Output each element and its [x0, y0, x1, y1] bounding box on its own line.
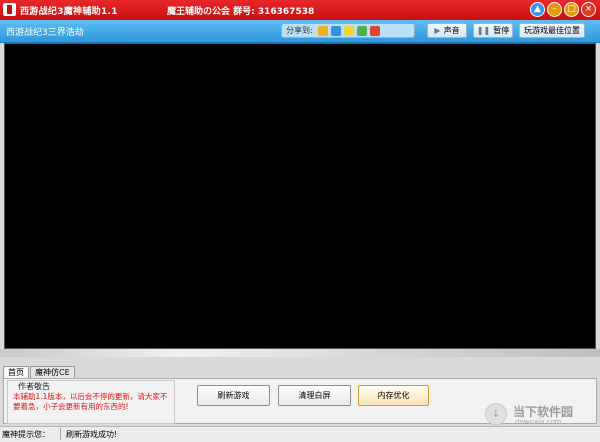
status-message: 刷新游戏成功! [66, 430, 118, 439]
window-title: 西游战纪3魔神辅助1.1 [20, 7, 118, 17]
decorative-strip [0, 349, 600, 357]
group-label: 作者敬告 [17, 381, 51, 392]
toolbar: 西游战纪3三界浩劫 分享到: ▶ 声音 ❚❚ 暂停 玩游戏最佳位置 [0, 20, 600, 43]
game-view[interactable] [4, 43, 596, 349]
status-divider [60, 428, 61, 440]
sina-weibo-icon[interactable] [369, 25, 380, 36]
author-notice: 本辅助1.1版本，以后会不停的更新，请大家不要着急，小子会更新有用的东西的! [13, 392, 168, 411]
status-bar: 魔神提示您： 刷新游戏成功! [0, 426, 600, 442]
minimize-icon[interactable]: – [547, 2, 562, 17]
skin-icon[interactable]: ▲ [530, 2, 545, 17]
download-icon: ↓ [485, 403, 507, 425]
game-title: 西游战纪3三界浩劫 [6, 28, 84, 38]
tab-bar: 首页 魔神仿CE [3, 366, 76, 379]
author-notice-group: 作者敬告 本辅助1.1版本，以后会不停的更新，请大家不要着急，小子会更新有用的东… [7, 380, 175, 424]
status-label: 魔神提示您： [2, 430, 50, 439]
memory-optimize-button[interactable]: 内存优化 [358, 385, 429, 406]
sound-label: 声音 [443, 26, 460, 35]
kaixin-icon[interactable] [356, 25, 367, 36]
guild-info: 魔王辅助の公会 群号: 316367538 [167, 7, 315, 17]
renren-icon[interactable] [343, 25, 354, 36]
best-position-button[interactable]: 玩游戏最佳位置 [519, 23, 585, 38]
watermark: ↓ 当下软件园 downxia.com [485, 403, 585, 426]
tencent-weibo-icon[interactable] [330, 25, 341, 36]
maximize-icon[interactable]: □ [564, 2, 579, 17]
pause-label: 暂停 [493, 26, 510, 35]
pause-icon: ❚❚ [476, 26, 491, 35]
speaker-icon: ▶ [434, 26, 441, 35]
qzone-icon[interactable] [317, 25, 328, 36]
sound-button[interactable]: ▶ 声音 [427, 23, 467, 38]
share-bar: 分享到: [281, 23, 415, 38]
refresh-game-button[interactable]: 刷新游戏 [197, 385, 270, 406]
clear-white-screen-button[interactable]: 清理白屏 [278, 385, 351, 406]
close-icon[interactable]: × [581, 2, 596, 17]
watermark-sub: downxia.com [515, 418, 562, 426]
app-icon [3, 3, 16, 16]
title-bar: 西游战纪3魔神辅助1.1 魔王辅助の公会 群号: 316367538 ▲ – □… [0, 0, 600, 20]
pause-button[interactable]: ❚❚ 暂停 [473, 23, 513, 38]
best-position-label: 玩游戏最佳位置 [524, 26, 580, 35]
share-label: 分享到: [286, 26, 313, 35]
